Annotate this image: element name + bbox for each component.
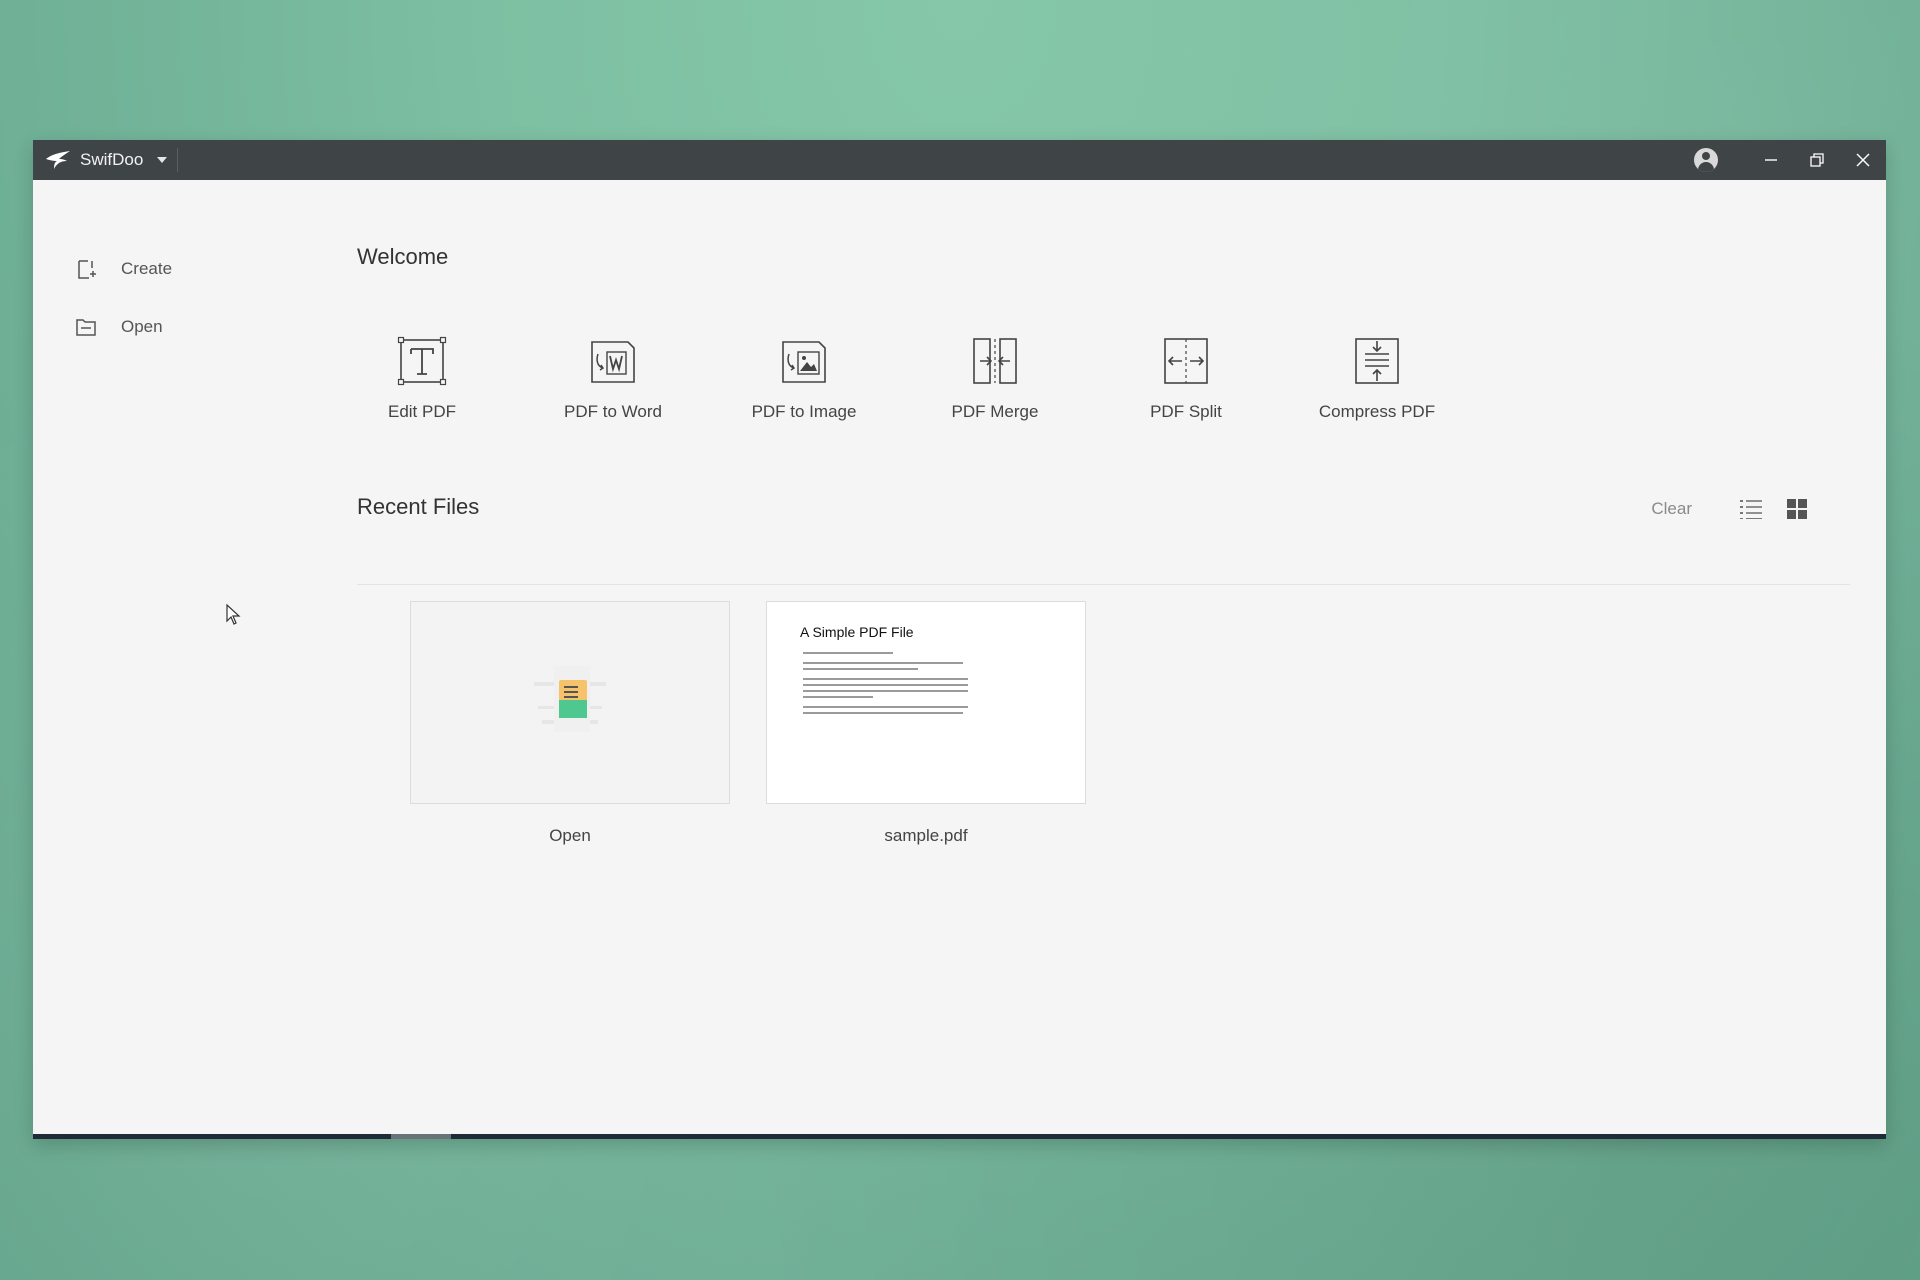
tool-pdf-to-word[interactable]: PDF to Word bbox=[548, 336, 739, 422]
list-view-button[interactable] bbox=[1738, 496, 1764, 522]
tool-label: Edit PDF bbox=[387, 402, 457, 421]
tool-pdf-merge[interactable]: PDF Merge bbox=[930, 336, 1121, 422]
merge-icon bbox=[973, 338, 1017, 384]
sidebar-item-label: Open bbox=[121, 317, 163, 336]
sidebar-item-open[interactable]: Open bbox=[73, 298, 172, 356]
pdf-preview-title: A Simple PDF File bbox=[800, 624, 914, 640]
tool-edit-pdf[interactable]: Edit PDF bbox=[357, 336, 548, 422]
grid-view-button[interactable] bbox=[1784, 496, 1810, 522]
title-separator bbox=[177, 148, 179, 172]
swifdoo-logo-icon bbox=[46, 151, 70, 169]
tool-label: PDF Split bbox=[1150, 402, 1222, 421]
recent-file-sample-pdf[interactable]: A Simple PDF File sample.pdf bbox=[766, 601, 1086, 846]
edit-text-icon bbox=[397, 336, 447, 386]
welcome-heading: Welcome bbox=[357, 244, 449, 269]
file-thumbnail bbox=[410, 601, 730, 804]
word-convert-icon bbox=[591, 341, 635, 383]
main-content: Welcome Edit PDF PDF to Word PDF to Imag… bbox=[357, 140, 1850, 1139]
tool-compress-pdf[interactable]: Compress PDF bbox=[1312, 336, 1503, 422]
tool-list: Edit PDF PDF to Word PDF to Image PDF Me… bbox=[357, 336, 1503, 422]
image-convert-icon bbox=[782, 341, 826, 383]
compress-icon bbox=[1355, 338, 1399, 384]
list-view-icon bbox=[1740, 500, 1762, 519]
tool-label: PDF to Word bbox=[564, 402, 662, 421]
scrollbar-thumb[interactable] bbox=[391, 1134, 451, 1139]
clear-button[interactable]: Clear bbox=[1651, 499, 1692, 519]
tool-pdf-split[interactable]: PDF Split bbox=[1121, 336, 1312, 422]
app-window: SwifDoo Create Open Welcome Edit PDF PDF… bbox=[33, 140, 1886, 1139]
split-icon bbox=[1164, 338, 1208, 384]
recent-files-heading: Recent Files bbox=[357, 494, 480, 519]
file-name: sample.pdf bbox=[884, 826, 968, 845]
tool-label: PDF Merge bbox=[951, 402, 1039, 421]
folder-open-icon bbox=[73, 314, 99, 340]
recent-divider bbox=[357, 584, 1850, 585]
mouse-cursor-icon bbox=[226, 604, 241, 625]
grid-view-icon bbox=[1787, 499, 1807, 519]
close-icon bbox=[1856, 153, 1870, 167]
sidebar: Create Open bbox=[73, 240, 172, 356]
tool-pdf-to-image[interactable]: PDF to Image bbox=[739, 336, 930, 422]
create-file-icon bbox=[73, 256, 99, 282]
file-name: Open bbox=[549, 826, 591, 845]
recent-files-toolbar: Clear bbox=[1651, 496, 1810, 522]
sidebar-item-create[interactable]: Create bbox=[73, 240, 172, 298]
pdf-preview-text bbox=[803, 652, 973, 718]
app-name: SwifDoo bbox=[80, 150, 144, 169]
app-menu[interactable]: SwifDoo bbox=[33, 148, 179, 172]
recent-file-open[interactable]: Open bbox=[410, 601, 730, 846]
tool-label: Compress PDF bbox=[1318, 402, 1436, 421]
recent-files-grid: Open A Simple PDF File sample.pdf bbox=[410, 601, 1122, 846]
tool-label: PDF to Image bbox=[751, 402, 857, 421]
caret-down-icon bbox=[157, 157, 168, 163]
open-file-illustration-icon bbox=[534, 666, 606, 732]
sidebar-item-label: Create bbox=[121, 259, 173, 278]
file-thumbnail: A Simple PDF File bbox=[766, 601, 1086, 804]
horizontal-scrollbar[interactable] bbox=[33, 1134, 1886, 1139]
